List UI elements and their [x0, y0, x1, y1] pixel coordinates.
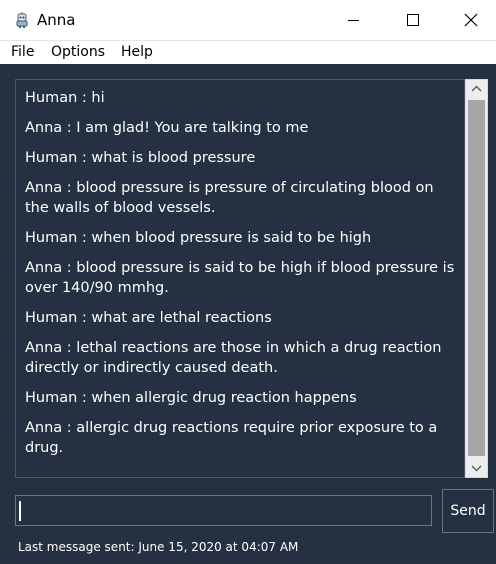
chat-message: Human : hi	[25, 90, 105, 106]
chat-message: Anna : I am glad! You are talking to me	[25, 120, 309, 136]
robot-icon	[16, 12, 28, 28]
minimize-icon	[348, 20, 359, 21]
title-bar[interactable]: Anna	[0, 0, 496, 41]
chat-history[interactable]: Human : hi Anna : I am glad! You are tal…	[15, 79, 465, 478]
chat-message: Anna : lethal reactions are those in whi…	[25, 340, 442, 376]
chat-message: Human : when allergic drug reaction happ…	[25, 390, 357, 406]
maximize-button[interactable]	[389, 0, 435, 40]
close-icon	[464, 13, 478, 27]
scroll-down-icon[interactable]	[466, 459, 487, 477]
menu-help[interactable]: Help	[121, 44, 153, 61]
menu-file[interactable]: File	[11, 44, 34, 61]
last-message-status: Last message sent: June 15, 2020 at 04:0…	[18, 540, 299, 554]
menu-options[interactable]: Options	[51, 44, 105, 61]
chat-message: Anna : blood pressure is said to be high…	[25, 260, 455, 296]
scroll-up-icon[interactable]	[466, 80, 487, 98]
text-caret	[19, 501, 21, 521]
chat-message: Human : what are lethal reactions	[25, 310, 272, 326]
maximize-icon	[407, 14, 419, 26]
chat-message: Anna : allergic drug reactions require p…	[25, 420, 438, 456]
menu-bar: File Options Help	[0, 41, 496, 64]
chat-message: Human : when blood pressure is said to b…	[25, 230, 372, 246]
minimize-button[interactable]	[335, 0, 381, 40]
send-button[interactable]: Send	[442, 489, 494, 533]
message-list: Human : hi Anna : I am glad! You are tal…	[25, 88, 457, 468]
window-title: Anna	[37, 11, 76, 29]
chat-message: Human : what is blood pressure	[25, 150, 256, 166]
chat-message: Anna : blood pressure is pressure of cir…	[25, 180, 434, 216]
scroll-thumb[interactable]	[468, 100, 485, 456]
message-input[interactable]	[15, 495, 432, 526]
close-button[interactable]	[447, 0, 493, 40]
chat-scrollbar[interactable]	[465, 79, 488, 478]
